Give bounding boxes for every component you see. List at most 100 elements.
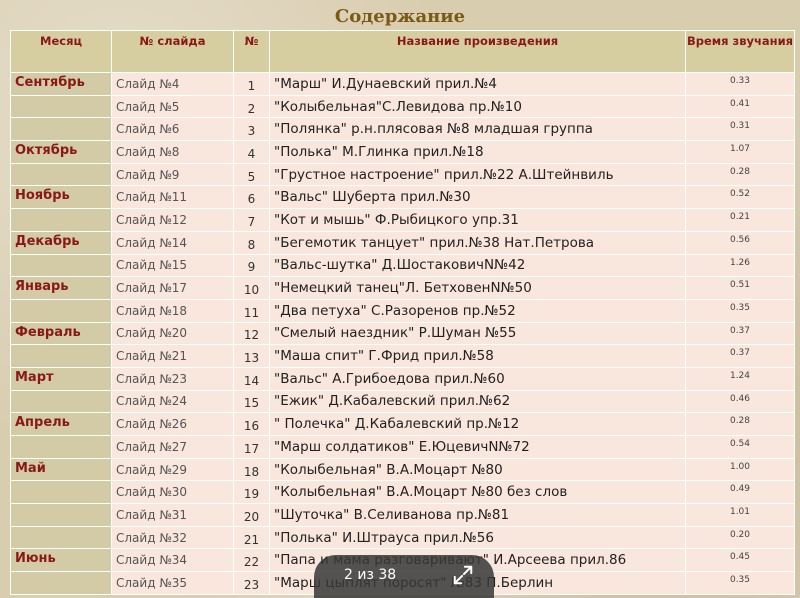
month-cell <box>10 208 112 232</box>
slide-cell: Слайд №30 <box>111 480 234 505</box>
table-row: Слайд №18 11 "Два петуха" С.Разоренов пр.№… <box>10 298 795 323</box>
month-cell <box>10 571 112 595</box>
duration-cell: 0.35 <box>685 298 795 323</box>
work-title-cell: "Колыбельная" В.А.Моцарт №80 <box>269 457 686 482</box>
duration-cell: 0.33 <box>685 72 795 96</box>
duration-cell: 0.28 <box>685 412 795 436</box>
number-cell: 15 <box>233 389 270 414</box>
duration-cell: 0.20 <box>685 525 795 550</box>
table-row: Январь Слайд №17 10 "Немецкий танец"Л. Бетх… <box>10 276 795 300</box>
number-cell: 2 <box>233 94 270 119</box>
duration-cell: 1.07 <box>685 140 795 164</box>
slide-cell: Слайд №23 <box>111 366 234 391</box>
table-row: Февраль Слайд №20 12 "Смелый наездник" Р.Шу… <box>10 321 795 346</box>
slide-cell: Слайд №34 <box>111 548 234 573</box>
number-cell: 23 <box>233 571 270 595</box>
slide-pager: 2 из 38 <box>314 555 494 598</box>
table-row: Слайд №32 21 "Полька" И.Штрауса прил.№56 0.… <box>10 525 795 550</box>
slide-cell: Слайд №18 <box>111 298 234 323</box>
table-row: Сентябрь Слайд №4 1 "Марш" И.Дунаевский при… <box>10 72 795 96</box>
duration-cell: 0.54 <box>685 435 795 459</box>
number-cell: 5 <box>233 162 270 187</box>
slide-cell: Слайд №24 <box>111 389 234 414</box>
duration-cell: 0.52 <box>685 185 795 210</box>
table-row: Слайд №15 9 "Вальс-шутка" Д.ШостаковичN№42… <box>10 253 795 278</box>
duration-cell: 1.24 <box>685 366 795 391</box>
number-cell: 14 <box>233 366 270 391</box>
duration-cell: 1.00 <box>685 457 795 482</box>
slide-cell: Слайд №27 <box>111 435 234 459</box>
duration-cell: 0.37 <box>685 321 795 346</box>
number-cell: 21 <box>233 525 270 550</box>
month-cell <box>10 389 112 414</box>
slide-cell: Слайд №6 <box>111 117 234 142</box>
month-cell: Сентябрь <box>10 72 112 96</box>
slide-cell: Слайд №11 <box>111 185 234 210</box>
table-row: Апрель Слайд №26 16 " Полечка" Д.Кабалевски… <box>10 412 795 436</box>
number-cell: 11 <box>233 298 270 323</box>
work-title-cell: " Полечка" Д.Кабалевский пр.№12 <box>269 412 686 436</box>
duration-cell: 1.26 <box>685 253 795 278</box>
column-header-month: Месяц <box>10 30 112 73</box>
table-body: Сентябрь Слайд №4 1 "Марш" И.Дунаевский при… <box>10 72 795 595</box>
number-cell: 10 <box>233 276 270 300</box>
number-cell: 8 <box>233 230 270 255</box>
table-row: Слайд №24 15 "Ежик" Д.Кабалевский прил.№62… <box>10 389 795 414</box>
month-cell <box>10 435 112 459</box>
table-row: Ноябрь Слайд №11 6 "Вальс" Шуберта прил.№30… <box>10 185 795 210</box>
table-row: Слайд №21 13 "Маша спит" Г.Фрид прил.№58 0.… <box>10 344 795 368</box>
work-title-cell: "Ежик" Д.Кабалевский прил.№62 <box>269 389 686 414</box>
number-cell: 19 <box>233 480 270 505</box>
month-cell: Апрель <box>10 412 112 436</box>
month-cell: Декабрь <box>10 230 112 255</box>
table-row: Март Слайд №23 14 "Вальс" А.Грибоедова прил… <box>10 366 795 391</box>
month-cell: Февраль <box>10 321 112 346</box>
table-header-row: Месяц № слайда № Название произведения В… <box>10 30 795 73</box>
month-cell <box>10 344 112 368</box>
table-row: Декабрь Слайд №14 8 "Бегемотик танцует" при… <box>10 230 795 255</box>
table-row: Слайд №9 5 "Грустное настроение" прил.№22 … <box>10 162 795 187</box>
slide-cell: Слайд №31 <box>111 503 234 527</box>
work-title-cell: "Марш солдатиков" Е.ЮцевичN№72 <box>269 435 686 459</box>
page-title: Содержание <box>334 6 466 27</box>
work-title-cell: "Бегемотик танцует" прил.№38 Нат.Петрова <box>269 230 686 255</box>
slide-cell: Слайд №9 <box>111 162 234 187</box>
slide-cell: Слайд №21 <box>111 344 234 368</box>
work-title-cell: "Вальс" А.Грибоедова прил.№60 <box>269 366 686 391</box>
month-cell <box>10 117 112 142</box>
month-cell <box>10 503 112 527</box>
slide-cell: Слайд №5 <box>111 94 234 119</box>
duration-cell: 0.35 <box>685 571 795 595</box>
expand-icon[interactable] <box>452 564 474 586</box>
work-title-cell: "Колыбельная"С.Левидова пр.№10 <box>269 94 686 119</box>
month-cell: Октябрь <box>10 140 112 164</box>
month-cell: Май <box>10 457 112 482</box>
month-cell <box>10 480 112 505</box>
work-title-cell: "Кот и мышь" Ф.Рыбицкого упр.31 <box>269 208 686 232</box>
number-cell: 16 <box>233 412 270 436</box>
table-row: Слайд №5 2 "Колыбельная"С.Левидова пр.№10 0… <box>10 94 795 119</box>
slide-counter: 2 из 38 <box>344 567 397 583</box>
work-title-cell: "Марш" И.Дунаевский прил.№4 <box>269 72 686 96</box>
month-cell: Ноябрь <box>10 185 112 210</box>
number-cell: 22 <box>233 548 270 573</box>
month-cell <box>10 298 112 323</box>
number-cell: 12 <box>233 321 270 346</box>
number-cell: 17 <box>233 435 270 459</box>
work-title-cell: "Вальс" Шуберта прил.№30 <box>269 185 686 210</box>
number-cell: 9 <box>233 253 270 278</box>
number-cell: 6 <box>233 185 270 210</box>
number-cell: 3 <box>233 117 270 142</box>
month-cell <box>10 94 112 119</box>
slide-cell: Слайд №29 <box>111 457 234 482</box>
slide-cell: Слайд №15 <box>111 253 234 278</box>
work-title-cell: "Полька" М.Глинка прил.№18 <box>269 140 686 164</box>
table-row: Слайд №30 19 "Колыбельная" В.А.Моцарт №80 … <box>10 480 795 505</box>
month-cell: Январь <box>10 276 112 300</box>
month-cell <box>10 525 112 550</box>
number-cell: 13 <box>233 344 270 368</box>
work-title-cell: "Шуточка" В.Селиванова пр.№81 <box>269 503 686 527</box>
column-header-slide: № слайда <box>111 30 234 73</box>
slide-cell: Слайд №32 <box>111 525 234 550</box>
slide-cell: Слайд №4 <box>111 72 234 96</box>
